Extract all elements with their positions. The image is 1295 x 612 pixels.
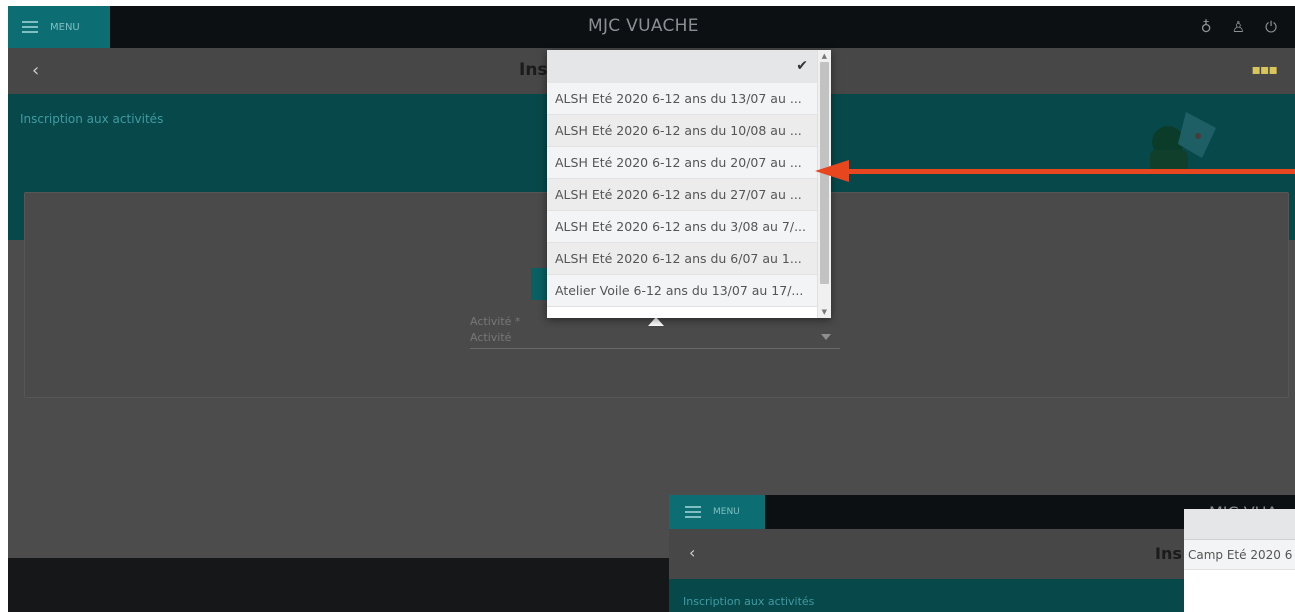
dropdown-scrollbar[interactable]: ▲ ▼ [817,50,831,318]
dropdown-pointer [648,317,664,326]
inset-banner-text: Inscription aux activités [683,595,815,608]
inset-page-title: Ins [1155,544,1182,563]
activity-dropdown[interactable]: ✔ ALSH Eté 2020 6-12 ans du 13/07 au ...… [547,50,831,318]
inset-menu-label: MENU [713,507,740,517]
annotation-arrow-head [815,160,849,182]
illustration-icon [1150,112,1216,172]
scroll-down-icon[interactable]: ▼ [822,308,827,316]
menu-label: MENU [50,21,80,33]
dropdown-option[interactable]: Atelier Voile 6-12 ans du 13/07 au 17/..… [547,275,818,307]
page-title: Ins [519,60,548,80]
inset-dropdown-option[interactable]: Camp Eté 2020 6 [1184,540,1295,570]
back-chevron-icon[interactable]: ‹ [32,60,39,81]
dropdown-option[interactable]: ALSH Eté 2020 6-12 ans du 10/08 au ... [547,115,818,147]
grid-icon[interactable]: ▪▪▪ [1252,62,1278,78]
dropdown-option[interactable]: ALSH Eté 2020 6-12 ans du 6/07 au 1... [547,243,818,275]
caret-down-icon[interactable] [821,334,831,340]
field-underline [470,348,840,349]
top-bar: MENU MJC VUACHE ♁ ♙ ⏻ [8,6,1295,48]
dropdown-list: ALSH Eté 2020 6-12 ans du 13/07 au ... A… [547,83,818,307]
activity-field-label: Activité * [470,315,521,328]
app-title: MJC VUACHE [588,16,699,36]
bell-icon[interactable]: ♁ [1201,18,1212,36]
inset-dropdown[interactable]: Camp Eté 2020 6 [1184,509,1295,612]
hamburger-icon [22,21,38,33]
dropdown-option[interactable]: ALSH Eté 2020 6-12 ans du 3/08 au 7/... [547,211,818,243]
inset-dropdown-header[interactable] [1184,509,1295,540]
dropdown-option[interactable]: ALSH Eté 2020 6-12 ans du 13/07 au ... [547,83,818,115]
inset-screenshot: MENU MJC VUA ‹ Ins Inscription aux activ… [669,495,1295,612]
check-icon[interactable]: ✔ [796,58,808,74]
banner-text: Inscription aux activités [20,112,164,126]
hamburger-icon [685,506,701,518]
activity-select[interactable]: Activité [470,331,511,344]
menu-button[interactable]: MENU [8,6,110,48]
scroll-up-icon[interactable]: ▲ [822,52,827,60]
dropdown-header[interactable]: ✔ [547,50,818,84]
power-icon[interactable]: ⏻ [1265,18,1277,36]
back-chevron-icon[interactable]: ‹ [689,543,695,562]
dropdown-option[interactable]: ALSH Eté 2020 6-12 ans du 20/07 au ... [547,147,818,179]
user-icon[interactable]: ♙ [1232,18,1245,36]
inset-menu-button[interactable]: MENU [669,495,765,529]
top-icons: ♁ ♙ ⏻ [1201,18,1277,36]
dropdown-option[interactable]: ALSH Eté 2020 6-12 ans du 27/07 au ... [547,179,818,211]
annotation-arrow-line [846,169,1295,174]
